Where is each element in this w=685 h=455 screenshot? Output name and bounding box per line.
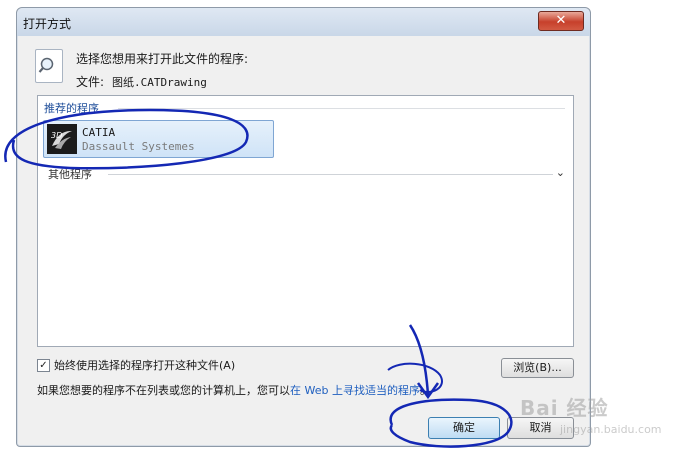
- group-divider: [108, 174, 553, 175]
- hint-suffix: 。: [419, 384, 431, 397]
- web-search-hint: 如果您想要的程序不在列表或您的计算机上，您可以在 Web 上寻找适当的程序。: [37, 382, 431, 398]
- file-label: 文件:: [76, 75, 105, 89]
- close-button[interactable]: ✕: [538, 11, 584, 31]
- group-divider: [118, 108, 565, 109]
- web-search-link[interactable]: 在 Web 上寻找适当的程序: [290, 384, 420, 397]
- always-use-option[interactable]: ✓ 始终使用选择的程序打开这种文件(A): [37, 357, 235, 373]
- chevron-down-icon[interactable]: ⌄: [556, 166, 565, 179]
- program-item-catia[interactable]: 3D CATIA Dassault Systemes: [43, 120, 274, 158]
- recommended-programs-heading: 推荐的程序: [44, 102, 99, 115]
- watermark-url: jingyan.baidu.com: [560, 423, 662, 436]
- program-list[interactable]: 推荐的程序 3D CATIA Dassault Systemes 其他程序 ⌄: [37, 95, 574, 347]
- file-name: 图纸.CATDrawing: [112, 76, 207, 89]
- other-programs-heading[interactable]: 其他程序: [48, 166, 92, 182]
- browse-button[interactable]: 浏览(B)...: [501, 358, 574, 378]
- watermark-logo: Bai 经验: [520, 396, 609, 420]
- catia-3ds-logo-icon: 3D: [47, 124, 77, 154]
- file-info: 文件: 图纸.CATDrawing: [76, 73, 207, 90]
- hint-text: 如果您想要的程序不在列表或您的计算机上，您可以: [37, 384, 290, 397]
- dialog-title: 打开方式: [23, 17, 72, 31]
- search-file-icon: [35, 49, 63, 83]
- always-use-label: 始终使用选择的程序打开这种文件(A): [54, 359, 236, 372]
- close-icon: ✕: [555, 13, 567, 28]
- title-bar[interactable]: 打开方式 ✕: [17, 8, 590, 36]
- open-with-dialog: 打开方式 ✕ 选择您想用来打开此文件的程序: 文件: 图纸.CATDrawing …: [16, 7, 591, 447]
- program-vendor: Dassault Systemes: [82, 140, 195, 153]
- svg-text:3D: 3D: [51, 131, 62, 140]
- program-name: CATIA: [82, 126, 116, 139]
- prompt-text: 选择您想用来打开此文件的程序:: [76, 52, 249, 66]
- ok-button[interactable]: 确定: [428, 417, 500, 439]
- dialog-content: 选择您想用来打开此文件的程序: 文件: 图纸.CATDrawing 推荐的程序 3…: [23, 37, 584, 440]
- always-use-checkbox[interactable]: ✓: [37, 358, 50, 372]
